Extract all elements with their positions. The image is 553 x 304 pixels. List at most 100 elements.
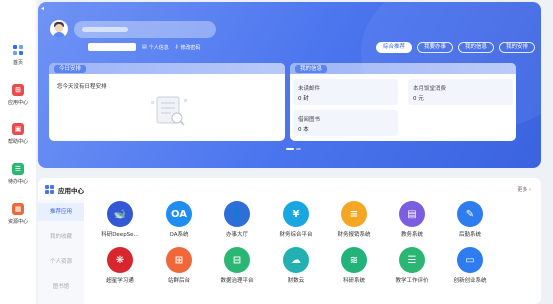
- app-name: 教务系统: [400, 232, 423, 238]
- app-tile[interactable]: ⊞ 站群后台: [154, 247, 204, 284]
- app-name: 数据治理平台: [220, 278, 254, 284]
- app-name: 创新创业系统: [453, 278, 487, 284]
- sidebar-item-todo-center[interactable]: ☰ 待办中心: [0, 163, 36, 185]
- collapse-icon[interactable]: ◂: [41, 5, 44, 12]
- resource-center-icon: ▦: [12, 203, 24, 215]
- empty-document-icon: [151, 96, 187, 126]
- tab-my-schedule[interactable]: 我的安排: [498, 42, 535, 53]
- borrowed-books-cell[interactable]: 借阅图书 0 本: [293, 110, 398, 136]
- app-tile[interactable]: ✎ 后勤系统: [445, 201, 495, 238]
- app-center-title: 应用中心: [58, 187, 84, 195]
- borrowed-books-label: 借阅图书: [298, 117, 321, 123]
- sidebar-item-resource-center[interactable]: ▦ 资源中心: [0, 203, 36, 225]
- chaoxing-icon: ❋: [107, 247, 133, 273]
- app-center-icon: ⊞: [12, 84, 24, 96]
- app-center-panel: 应用中心 更多 › 推荐应用 我的收藏 个人资源 图书馆 🐋 科研DeepSe..…: [38, 178, 541, 304]
- app-tile[interactable]: ▭ 创新创业系统: [445, 247, 495, 284]
- site-admin-icon: ⊞: [166, 247, 192, 273]
- sidebar-item-label: 资源中心: [7, 219, 28, 225]
- app-name: 后勤系统: [458, 232, 481, 238]
- finance-icon: ¥: [283, 201, 309, 227]
- change-password-link[interactable]: ⚷ 修改密码: [175, 44, 201, 51]
- today-empty-text: 您今天没有日程安排: [57, 84, 107, 90]
- my-info-title: 我的信息: [295, 65, 328, 73]
- grid-icon: [45, 185, 54, 194]
- whale-icon: 🐋: [107, 201, 133, 227]
- cloud-icon: ☁: [283, 247, 309, 273]
- teaching-icon: ▤: [399, 201, 425, 227]
- app-name: 超星学习通: [106, 278, 134, 284]
- app-tile[interactable]: 🐋 科研DeepSe...: [95, 201, 145, 238]
- sidebar-item-label: 首页: [12, 60, 23, 66]
- app-tile[interactable]: ⊟ 数据治理平台: [212, 247, 262, 284]
- research-icon: ≋: [341, 247, 367, 273]
- category-library[interactable]: 图书馆: [38, 278, 84, 296]
- app-tile[interactable]: ❋ 超星学习通: [95, 247, 145, 284]
- tab-my-info[interactable]: 我的信息: [457, 42, 494, 53]
- avatar[interactable]: [50, 20, 68, 38]
- tab-recommend[interactable]: 综合推荐: [375, 42, 412, 53]
- change-password-label: 修改密码: [180, 44, 201, 51]
- data-governance-icon: ⊟: [224, 247, 250, 273]
- tab-services[interactable]: 我要办事: [416, 42, 453, 53]
- app-name: 科研DeepSe...: [101, 232, 139, 238]
- borrowed-books-value: 0 本: [298, 127, 309, 133]
- sidebar-item-app-center[interactable]: ⊞ 应用中心: [0, 84, 36, 106]
- todo-center-icon: ☰: [12, 163, 24, 175]
- app-tile[interactable]: OA OA系统: [154, 201, 204, 238]
- app-tile[interactable]: ☰ 教学工作评价: [387, 247, 437, 284]
- key-icon: ⚷: [174, 44, 179, 50]
- hero-banner: ◂ ▤ 个人信息 ⚷ 修改密码 综合推荐 我要办事 我的信息 我的安排 今日安排…: [38, 2, 541, 168]
- sidebar-item-help-center[interactable]: ▣ 帮助中心: [0, 123, 36, 145]
- app-tile[interactable]: ☁ 财数云: [271, 247, 321, 284]
- help-center-icon: ▣: [12, 123, 24, 135]
- profile-link-label: 个人信息: [148, 44, 169, 51]
- canteen-spend-value: 0 元: [413, 96, 424, 102]
- sidebar-item-label: 待办中心: [7, 179, 28, 185]
- user-id-field: [88, 43, 136, 51]
- app-name: 教学工作评价: [395, 278, 429, 284]
- user-bar: ▤ 个人信息 ⚷ 修改密码: [88, 43, 200, 51]
- canteen-spend-label: 本月饭堂消费: [413, 86, 447, 92]
- today-schedule-card: 今日安排 您今天没有日程安排: [49, 63, 285, 141]
- sidebar-item-label: 帮助中心: [7, 139, 28, 145]
- app-name: OA系统: [169, 232, 189, 238]
- category-recommended[interactable]: 推荐应用: [38, 203, 84, 221]
- app-name: 办事大厅: [225, 232, 248, 238]
- app-name: 站群后台: [167, 278, 190, 284]
- left-sidebar: 首页 ⊞ 应用中心 ▣ 帮助中心 ☰ 待办中心 ▦ 资源中心: [0, 0, 36, 304]
- unread-mail-label: 未读邮件: [298, 86, 321, 92]
- app-name: 科研系统: [342, 278, 365, 284]
- category-personal[interactable]: 个人资源: [38, 253, 84, 271]
- sidebar-item-home[interactable]: 首页: [0, 44, 36, 66]
- my-info-card: 我的信息 未读邮件 0 封 本月饭堂消费 0 元 借阅图书 0 本: [290, 63, 516, 141]
- person-icon: 👤: [224, 201, 250, 227]
- category-favorites[interactable]: 我的收藏: [38, 228, 84, 246]
- app-tile[interactable]: ≋ 科研系统: [329, 247, 379, 284]
- oa-icon: OA: [166, 201, 192, 227]
- more-link[interactable]: 更多 ›: [517, 186, 531, 193]
- unread-mail-value: 0 封: [298, 96, 309, 102]
- app-name: 财数云: [287, 278, 305, 284]
- app-name: 财务报销系统: [337, 232, 371, 238]
- logistics-icon: ✎: [457, 201, 483, 227]
- app-name: 财务综合平台: [279, 232, 313, 238]
- category-list: 推荐应用 我的收藏 个人资源 图书馆: [38, 200, 84, 304]
- unread-mail-cell[interactable]: 未读邮件 0 封: [293, 79, 398, 105]
- reimburse-icon: ≡: [341, 201, 367, 227]
- app-tile[interactable]: ▤ 教务系统: [387, 201, 437, 238]
- innovation-icon: ▭: [457, 247, 483, 273]
- canteen-spend-cell[interactable]: 本月饭堂消费 0 元: [408, 79, 513, 105]
- app-tile[interactable]: ¥ 财务综合平台: [271, 201, 321, 238]
- today-schedule-title: 今日安排: [54, 65, 87, 73]
- profile-link[interactable]: ▤ 个人信息: [142, 44, 169, 51]
- evaluation-icon: ☰: [399, 247, 425, 273]
- app-tile[interactable]: 👤 办事大厅: [212, 201, 262, 238]
- user-name-pill: [74, 21, 216, 38]
- carousel-dots[interactable]: [286, 148, 301, 150]
- home-icon: [12, 44, 24, 56]
- profile-icon: ▤: [142, 44, 147, 50]
- app-tile[interactable]: ≡ 财务报销系统: [329, 201, 379, 238]
- sidebar-item-label: 应用中心: [7, 100, 28, 106]
- hero-tabs: 综合推荐 我要办事 我的信息 我的安排: [375, 42, 535, 53]
